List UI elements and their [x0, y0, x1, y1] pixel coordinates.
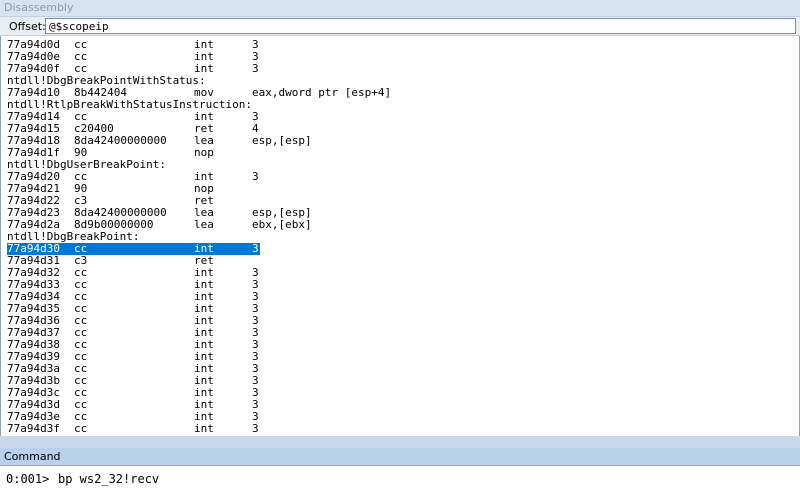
instruction-row[interactable]: 77a94d3c cc int 3	[7, 387, 787, 399]
instruction-row[interactable]: 77a94d35 cc int 3	[7, 303, 787, 315]
instruction-row[interactable]: 77a94d3e cc int 3	[7, 411, 787, 423]
symbol-label[interactable]: ntdll!DbgBreakPoint:	[7, 231, 787, 243]
instruction-operands: esp,[esp]	[252, 134, 312, 147]
offset-label: Offset:	[9, 20, 46, 33]
instruction-row[interactable]: 77a94d3d cc int 3	[7, 399, 787, 411]
instruction-row[interactable]: 77a94d21 90 nop	[7, 183, 787, 195]
instruction-row[interactable]: 77a94d33 cc int 3	[7, 279, 787, 291]
instruction-bytes: 8da42400000000	[74, 134, 167, 147]
command-prompt: 0:001>	[6, 472, 50, 486]
instruction-row[interactable]: 77a94d39 cc int 3	[7, 351, 787, 363]
instruction-row[interactable]: 77a94d36 cc int 3	[7, 315, 787, 327]
offset-input[interactable]	[45, 18, 796, 34]
instruction-mnemonic: int	[194, 422, 214, 435]
instruction-operands: 3	[252, 62, 259, 75]
pane-splitter[interactable]	[0, 436, 800, 448]
instruction-operands: ebx,[ebx]	[252, 218, 312, 231]
command-pane: 0:001>	[0, 465, 800, 504]
instruction-row[interactable]: 77a94d3a cc int 3	[7, 363, 787, 375]
disassembly-window-title: Disassembly	[0, 0, 800, 16]
instruction-row[interactable]: 77a94d3b cc int 3	[7, 375, 787, 387]
instruction-row[interactable]: 77a94d0e cc int 3	[7, 51, 787, 63]
instruction-address: 77a94d3f	[7, 422, 60, 435]
offset-toolbar: Offset:	[0, 16, 800, 36]
instruction-row[interactable]: 77a94d34 cc int 3	[7, 291, 787, 303]
instruction-row[interactable]: 77a94d14 cc int 3	[7, 111, 787, 123]
instruction-operands: eax,dword ptr [esp+4]	[252, 86, 392, 99]
instruction-row[interactable]: 77a94d37 cc int 3	[7, 327, 787, 339]
instruction-row[interactable]: 77a94d31 c3 ret	[7, 255, 787, 267]
instruction-row[interactable]: 77a94d3f cc int 3	[7, 423, 787, 435]
instruction-row-selected[interactable]: 77a94d30 cc int 3	[7, 243, 787, 255]
instruction-row[interactable]: 77a94d38 cc int 3	[7, 339, 787, 351]
instruction-operands: 3	[252, 170, 259, 183]
command-pane-title: Command	[0, 448, 800, 465]
disassembly-listing[interactable]: 77a94d0d cc int 3 77a94d0e cc int 3 77a94d0f cc in…	[0, 36, 800, 436]
instruction-row[interactable]: 77a94d32 cc int 3	[7, 267, 787, 279]
symbol-label[interactable]: ntdll!RtlpBreakWithStatusInstruction:	[7, 99, 787, 111]
instruction-bytes: cc	[74, 422, 88, 435]
instruction-row[interactable]: 77a94d18 8da42400000000 lea esp,[esp]	[7, 135, 787, 147]
instruction-row[interactable]: 77a94d20 cc int 3	[7, 171, 787, 183]
instruction-operands: 3	[252, 242, 259, 255]
command-input[interactable]	[58, 472, 788, 486]
instruction-mnemonic: lea	[194, 218, 214, 231]
instruction-mnemonic: nop	[194, 146, 214, 159]
symbol-label[interactable]: ntdll!DbgUserBreakPoint:	[7, 159, 787, 171]
instruction-operands: 3	[252, 422, 259, 435]
instruction-row[interactable]: 77a94d0d cc int 3	[7, 39, 787, 51]
